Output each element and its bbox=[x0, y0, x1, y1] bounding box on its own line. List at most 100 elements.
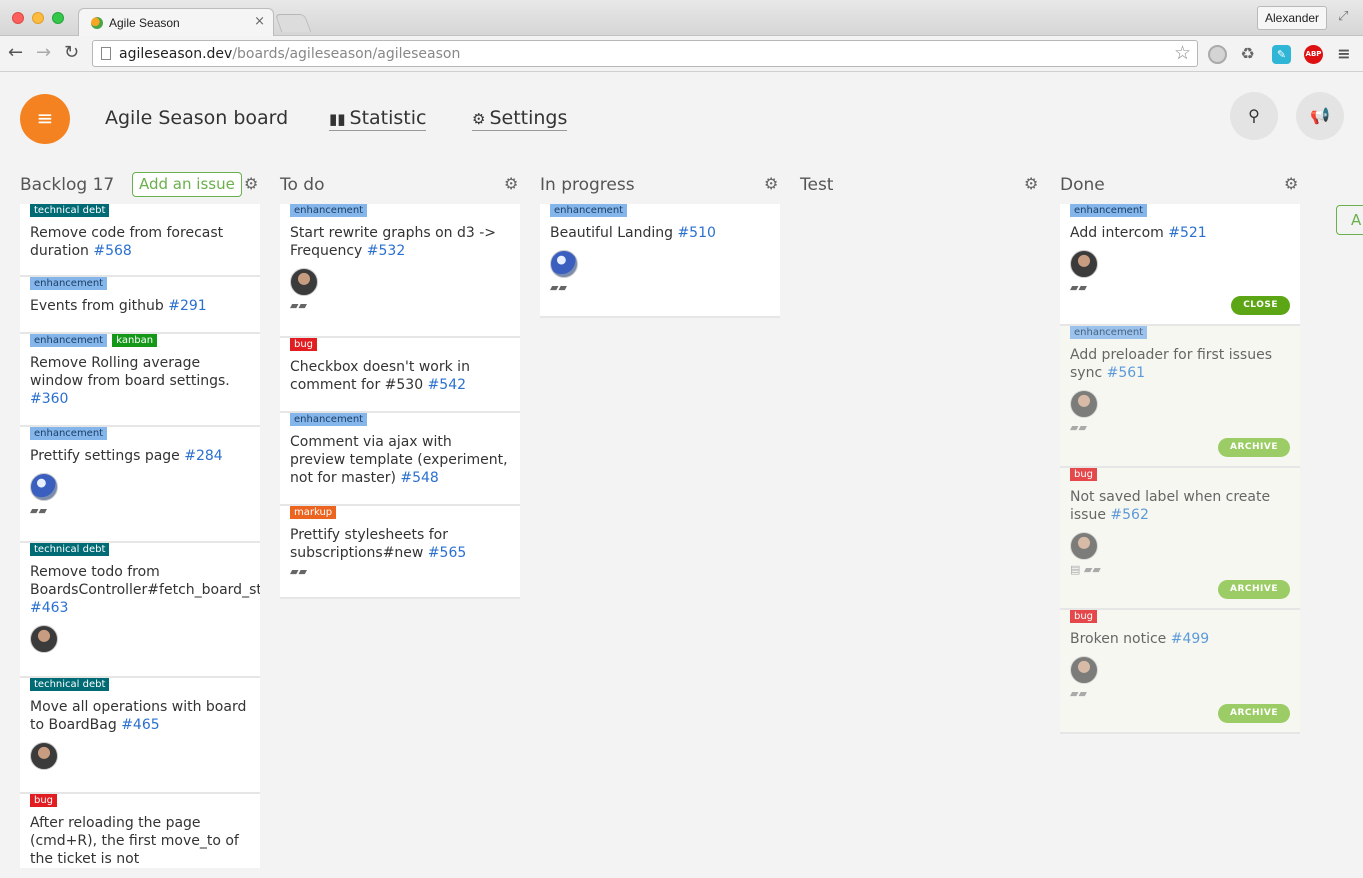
issue-card[interactable]: technical debt Move all operations with … bbox=[20, 678, 260, 794]
address-bar[interactable]: agileseason.dev/boards/agileseason/agile… bbox=[92, 40, 1198, 67]
issue-number[interactable]: #465 bbox=[121, 717, 159, 733]
globe-extension-icon[interactable] bbox=[1208, 45, 1227, 64]
issue-number[interactable]: #542 bbox=[428, 377, 466, 393]
close-issue-button[interactable]: CLOSE bbox=[1231, 296, 1290, 315]
issue-number[interactable]: #521 bbox=[1168, 225, 1206, 241]
assignee-avatar[interactable] bbox=[30, 473, 58, 501]
main-menu-button[interactable]: ≡ bbox=[20, 94, 70, 144]
assignee-avatar[interactable] bbox=[1070, 532, 1098, 560]
issue-number[interactable]: #499 bbox=[1171, 631, 1209, 647]
issue-title[interactable]: Remove todo from BoardsController#fetch_… bbox=[30, 563, 260, 617]
assignee-avatar[interactable] bbox=[1070, 250, 1098, 278]
comments-icon[interactable]: ▰▰ bbox=[1070, 282, 1290, 294]
issue-card[interactable]: enhancement Prettify settings page #284 … bbox=[20, 427, 260, 543]
browser-tab[interactable]: Agile Season × bbox=[78, 8, 274, 36]
issue-number[interactable]: #568 bbox=[93, 243, 131, 259]
comments-icon[interactable]: ▰▰ bbox=[30, 505, 250, 517]
issue-title[interactable]: Comment via ajax with preview template (… bbox=[290, 433, 510, 487]
issue-title[interactable]: Broken notice #499 bbox=[1070, 630, 1290, 648]
issue-title[interactable]: Add preloader for first issues sync #561 bbox=[1070, 346, 1290, 382]
issue-number[interactable]: #562 bbox=[1110, 507, 1148, 523]
column-settings-gear-icon[interactable]: ⚙ bbox=[764, 174, 778, 193]
issue-title[interactable]: Events from github #291 bbox=[30, 297, 250, 315]
issue-number[interactable]: #463 bbox=[30, 600, 68, 616]
column-settings-gear-icon[interactable]: ⚙ bbox=[1024, 174, 1038, 193]
issue-number[interactable]: #548 bbox=[400, 470, 438, 486]
profile-button[interactable]: Alexander bbox=[1257, 6, 1328, 30]
archive-issue-button[interactable]: ARCHIVE bbox=[1218, 580, 1290, 599]
column-settings-gear-icon[interactable]: ⚙ bbox=[504, 174, 518, 193]
comments-icon[interactable]: ▰▰ bbox=[1070, 688, 1290, 700]
issue-card[interactable]: bug Not saved label when create issue #5… bbox=[1060, 468, 1300, 610]
browser-menu-icon[interactable]: ≡ bbox=[1336, 45, 1352, 64]
window-minimize-button[interactable] bbox=[32, 12, 44, 24]
search-button[interactable]: ⚲ bbox=[1230, 92, 1278, 140]
bookmark-star-icon[interactable]: ☆ bbox=[1174, 43, 1191, 63]
reload-icon[interactable]: ↻ bbox=[64, 42, 79, 64]
issue-card[interactable]: markup Prettify stylesheets for subscrip… bbox=[280, 506, 520, 599]
new-tab-button[interactable] bbox=[274, 14, 312, 32]
fullscreen-icon[interactable]: ⤢ bbox=[1338, 9, 1348, 24]
issue-title[interactable]: Not saved label when create issue #562 bbox=[1070, 488, 1290, 524]
add-column-button[interactable]: A bbox=[1336, 205, 1363, 235]
issue-number[interactable]: #360 bbox=[30, 391, 68, 407]
issue-number[interactable]: #532 bbox=[367, 243, 405, 259]
add-issue-button[interactable]: Add an issue bbox=[132, 172, 242, 197]
assignee-avatar[interactable] bbox=[1070, 656, 1098, 684]
issue-card[interactable]: bug Broken notice #499 ▰▰ ARCHIVE bbox=[1060, 610, 1300, 734]
issue-card[interactable]: enhancement Events from github #291 bbox=[20, 277, 260, 334]
issue-number[interactable]: #510 bbox=[677, 225, 715, 241]
issue-title[interactable]: Prettify settings page #284 bbox=[30, 447, 250, 465]
tab-close-icon[interactable]: × bbox=[254, 14, 265, 29]
adblock-extension-icon[interactable]: ABP bbox=[1304, 45, 1323, 64]
issue-number[interactable]: #565 bbox=[428, 545, 466, 561]
announcements-button[interactable]: 📢 bbox=[1296, 92, 1344, 140]
issue-card[interactable]: bug Checkbox doesn't work in comment for… bbox=[280, 338, 520, 413]
issue-card[interactable]: enhancement Add preloader for first issu… bbox=[1060, 326, 1300, 468]
issue-title[interactable]: After reloading the page (cmd+R), the fi… bbox=[30, 814, 250, 868]
issue-card[interactable]: enhancement kanban Remove Rolling averag… bbox=[20, 334, 260, 427]
archive-issue-button[interactable]: ARCHIVE bbox=[1218, 704, 1290, 723]
issue-title[interactable]: Start rewrite graphs on d3 -> Frequency … bbox=[290, 224, 510, 260]
column-settings-gear-icon[interactable]: ⚙ bbox=[1284, 174, 1298, 193]
issue-card[interactable]: enhancement Add intercom #521 ▰▰ CLOSE bbox=[1060, 204, 1300, 326]
assignee-avatar[interactable] bbox=[30, 625, 58, 653]
issue-title[interactable]: Prettify stylesheets for subscriptions#n… bbox=[290, 526, 510, 562]
assignee-avatar[interactable] bbox=[290, 268, 318, 296]
issue-card[interactable]: enhancement Beautiful Landing #510 ▰▰ bbox=[540, 204, 780, 318]
assignee-avatar[interactable] bbox=[550, 250, 578, 278]
gear-icon: ⚙ bbox=[472, 110, 486, 128]
window-zoom-button[interactable] bbox=[52, 12, 64, 24]
issue-number[interactable]: #291 bbox=[168, 298, 206, 314]
comments-icon[interactable]: ▰▰ bbox=[1070, 422, 1290, 434]
column-settings-gear-icon[interactable]: ⚙ bbox=[244, 174, 258, 193]
issue-title[interactable]: Add intercom #521 bbox=[1070, 224, 1290, 242]
comments-icon[interactable]: ▰▰ bbox=[550, 282, 770, 294]
forward-arrow-icon[interactable]: → bbox=[36, 42, 51, 64]
comments-icon[interactable]: ▰▰ bbox=[290, 566, 510, 578]
settings-link[interactable]: ⚙ Settings bbox=[472, 107, 568, 131]
window-close-button[interactable] bbox=[12, 12, 24, 24]
archive-issue-button[interactable]: ARCHIVE bbox=[1218, 438, 1290, 457]
issue-title[interactable]: Remove code from forecast duration #568 bbox=[30, 224, 250, 260]
issue-number[interactable]: #284 bbox=[184, 448, 222, 464]
issue-title[interactable]: Checkbox doesn't work in comment for #53… bbox=[290, 358, 510, 394]
search-icon: ⚲ bbox=[1248, 106, 1260, 125]
issue-card[interactable]: enhancement Comment via ajax with previe… bbox=[280, 413, 520, 506]
chat-extension-icon[interactable]: ✎ bbox=[1272, 45, 1291, 64]
statistic-link[interactable]: ▮▮ Statistic bbox=[329, 107, 427, 131]
back-arrow-icon[interactable]: ← bbox=[8, 42, 23, 64]
comments-icon[interactable]: ▰▰ bbox=[290, 300, 510, 312]
issue-card[interactable]: enhancement Start rewrite graphs on d3 -… bbox=[280, 204, 520, 338]
issue-number[interactable]: #561 bbox=[1107, 365, 1145, 381]
issue-title[interactable]: Beautiful Landing #510 bbox=[550, 224, 770, 242]
assignee-avatar[interactable] bbox=[1070, 390, 1098, 418]
issue-card[interactable]: technical debt Remove todo from BoardsCo… bbox=[20, 543, 260, 678]
issue-title[interactable]: Remove Rolling average window from board… bbox=[30, 354, 250, 408]
issue-title[interactable]: Move all operations with board to BoardB… bbox=[30, 698, 250, 734]
issue-card[interactable]: technical debt Remove code from forecast… bbox=[20, 204, 260, 277]
book-and-comments-icon[interactable]: ▤ ▰▰ bbox=[1070, 564, 1290, 576]
assignee-avatar[interactable] bbox=[30, 742, 58, 770]
recycle-extension-icon[interactable]: ♻ bbox=[1238, 45, 1257, 64]
issue-card[interactable]: bug After reloading the page (cmd+R), th… bbox=[20, 794, 260, 868]
